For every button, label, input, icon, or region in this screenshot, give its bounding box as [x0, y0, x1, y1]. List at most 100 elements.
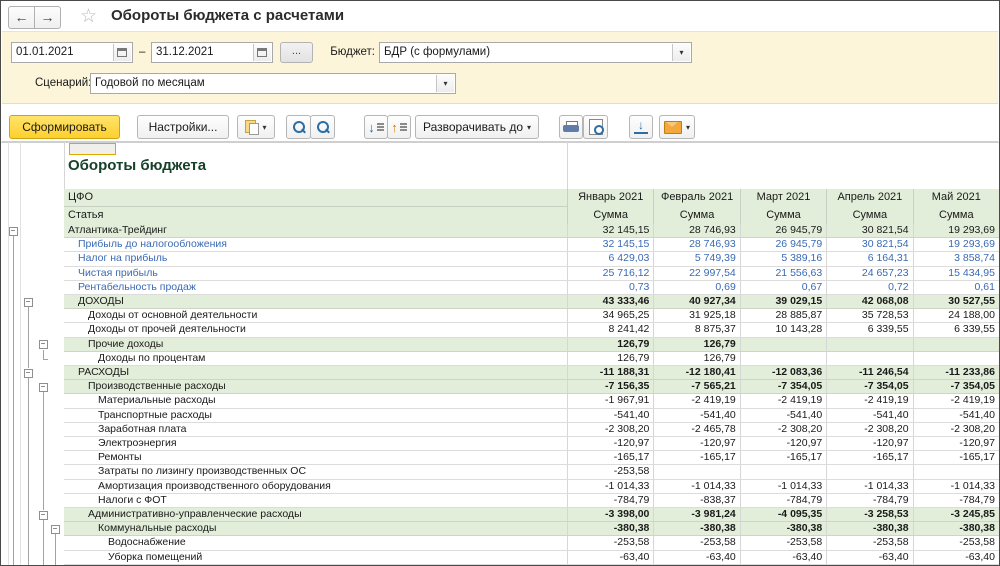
- article-cell[interactable]: Водоснабжение: [64, 536, 567, 549]
- value-cell[interactable]: -253,58: [826, 536, 912, 549]
- value-cell[interactable]: -3 245,85: [913, 508, 999, 521]
- value-cell[interactable]: [740, 465, 826, 478]
- value-cell[interactable]: -1 014,33: [826, 480, 912, 493]
- value-cell[interactable]: 10 143,28: [740, 323, 826, 336]
- value-cell[interactable]: -1 014,33: [567, 480, 653, 493]
- value-cell[interactable]: -1 014,33: [913, 480, 999, 493]
- month-header-cell[interactable]: Май 2021: [913, 189, 999, 206]
- value-cell[interactable]: -165,17: [740, 451, 826, 464]
- value-cell[interactable]: -3 398,00: [567, 508, 653, 521]
- value-cell[interactable]: 26 945,79: [740, 224, 826, 237]
- sum-header-cell[interactable]: Сумма: [567, 206, 653, 224]
- sum-header-cell[interactable]: Сумма: [653, 206, 739, 224]
- value-cell[interactable]: -784,79: [913, 494, 999, 507]
- article-cell[interactable]: РАСХОДЫ: [64, 366, 567, 379]
- selected-cell[interactable]: [69, 143, 116, 155]
- value-cell[interactable]: 35 728,53: [826, 309, 912, 322]
- value-cell[interactable]: 42 068,08: [826, 295, 912, 308]
- value-cell[interactable]: 28 746,93: [653, 238, 739, 251]
- value-cell[interactable]: -63,40: [653, 551, 739, 564]
- favorite-star-icon[interactable]: ☆: [80, 5, 97, 28]
- value-cell[interactable]: 21 556,63: [740, 267, 826, 280]
- value-cell[interactable]: -63,40: [913, 551, 999, 564]
- value-cell[interactable]: [826, 338, 912, 351]
- article-cell[interactable]: Затраты по лизингу производственных ОС: [64, 465, 567, 478]
- print-button[interactable]: [559, 115, 583, 139]
- period-to-calendar-button[interactable]: [253, 44, 271, 61]
- value-cell[interactable]: [826, 465, 912, 478]
- value-cell[interactable]: [740, 352, 826, 365]
- value-cell[interactable]: -253,58: [913, 536, 999, 549]
- collapse-expander[interactable]: −: [51, 525, 60, 534]
- value-cell[interactable]: 5 749,39: [653, 252, 739, 265]
- save-button[interactable]: ↓: [629, 115, 653, 139]
- value-cell[interactable]: -120,97: [740, 437, 826, 450]
- collapse-expander[interactable]: −: [39, 383, 48, 392]
- value-cell[interactable]: -165,17: [567, 451, 653, 464]
- value-cell[interactable]: 0,72: [826, 281, 912, 294]
- scenario-dropdown-button[interactable]: ▾: [436, 75, 454, 92]
- value-cell[interactable]: 24 188,00: [913, 309, 999, 322]
- value-cell[interactable]: 28 746,93: [653, 224, 739, 237]
- article-cell[interactable]: Материальные расходы: [64, 394, 567, 407]
- value-cell[interactable]: -165,17: [913, 451, 999, 464]
- value-cell[interactable]: 8 875,37: [653, 323, 739, 336]
- value-cell[interactable]: -2 308,20: [826, 423, 912, 436]
- collapse-expander[interactable]: −: [24, 298, 33, 307]
- value-cell[interactable]: -784,79: [826, 494, 912, 507]
- value-cell[interactable]: 32 145,15: [567, 224, 653, 237]
- expand-to-button[interactable]: Разворачивать до▾: [415, 115, 539, 139]
- article-cell[interactable]: Прибыль до налогообложения: [64, 238, 567, 251]
- value-cell[interactable]: -2 419,19: [913, 394, 999, 407]
- article-cell[interactable]: Доходы по процентам: [64, 352, 567, 365]
- article-cell[interactable]: Доходы от основной деятельности: [64, 309, 567, 322]
- value-cell[interactable]: 126,79: [567, 338, 653, 351]
- value-cell[interactable]: -380,38: [826, 522, 912, 535]
- search-button[interactable]: [286, 115, 311, 139]
- value-cell[interactable]: -7 354,05: [740, 380, 826, 393]
- article-cell[interactable]: Налоги с ФОТ: [64, 494, 567, 507]
- value-cell[interactable]: -2 419,19: [740, 394, 826, 407]
- search-next-button[interactable]: [310, 115, 335, 139]
- value-cell[interactable]: 43 333,46: [567, 295, 653, 308]
- value-cell[interactable]: -784,79: [740, 494, 826, 507]
- value-cell[interactable]: -63,40: [567, 551, 653, 564]
- article-cell[interactable]: Заработная плата: [64, 423, 567, 436]
- article-cell[interactable]: Коммунальные расходы: [64, 522, 567, 535]
- sum-header-cell[interactable]: Сумма: [913, 206, 999, 224]
- value-cell[interactable]: -7 156,35: [567, 380, 653, 393]
- value-cell[interactable]: -253,58: [653, 536, 739, 549]
- value-cell[interactable]: -7 354,05: [826, 380, 912, 393]
- sum-header-cell[interactable]: Сумма: [826, 206, 912, 224]
- collapse-expander[interactable]: −: [39, 511, 48, 520]
- value-cell[interactable]: 0,67: [740, 281, 826, 294]
- article-cell[interactable]: Чистая прибыль: [64, 267, 567, 280]
- value-cell[interactable]: -2 308,20: [913, 423, 999, 436]
- value-cell[interactable]: -541,40: [653, 409, 739, 422]
- value-cell[interactable]: -7 354,05: [913, 380, 999, 393]
- article-cell[interactable]: Производственные расходы: [64, 380, 567, 393]
- month-header-cell[interactable]: Январь 2021: [567, 189, 653, 206]
- value-cell[interactable]: -12 083,36: [740, 366, 826, 379]
- value-cell[interactable]: 22 997,54: [653, 267, 739, 280]
- value-cell[interactable]: 32 145,15: [567, 238, 653, 251]
- value-cell[interactable]: 15 434,95: [913, 267, 999, 280]
- value-cell[interactable]: -1 014,33: [740, 480, 826, 493]
- period-from-field[interactable]: 01.01.2021: [11, 42, 133, 63]
- article-cell[interactable]: Уборка помещений: [64, 551, 567, 564]
- value-cell[interactable]: -838,37: [653, 494, 739, 507]
- value-cell[interactable]: -120,97: [653, 437, 739, 450]
- send-email-button[interactable]: ▾: [659, 115, 695, 139]
- forward-button[interactable]: →: [34, 6, 61, 29]
- budget-combobox[interactable]: БДР (с формулами) ▾: [379, 42, 692, 63]
- period-more-button[interactable]: ...: [280, 42, 313, 63]
- value-cell[interactable]: -12 180,41: [653, 366, 739, 379]
- value-cell[interactable]: [826, 352, 912, 365]
- value-cell[interactable]: 5 389,16: [740, 252, 826, 265]
- value-cell[interactable]: 34 965,25: [567, 309, 653, 322]
- generate-button[interactable]: Сформировать: [9, 115, 120, 139]
- value-cell[interactable]: -380,38: [740, 522, 826, 535]
- value-cell[interactable]: 0,61: [913, 281, 999, 294]
- value-cell[interactable]: 19 293,69: [913, 238, 999, 251]
- value-cell[interactable]: 126,79: [653, 352, 739, 365]
